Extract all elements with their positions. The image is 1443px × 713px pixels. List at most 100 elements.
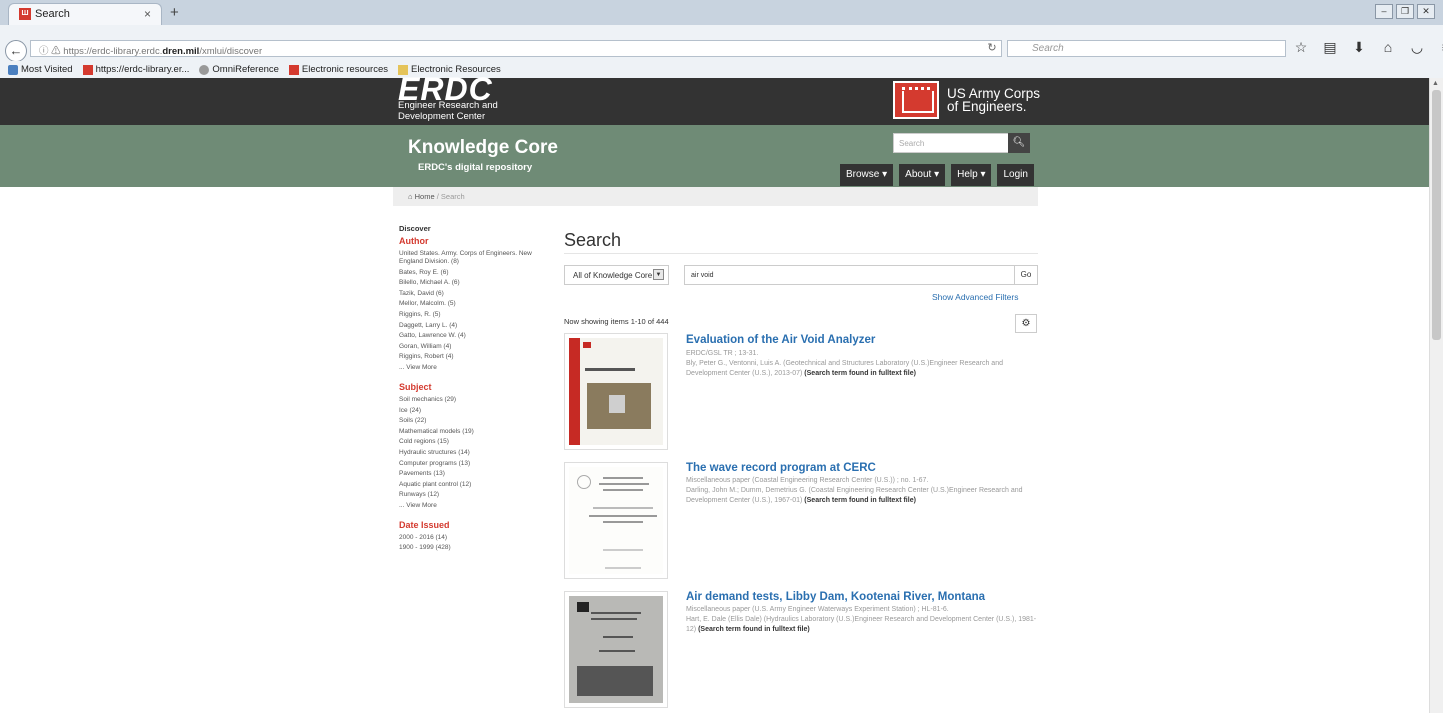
site-banner xyxy=(0,125,1429,187)
facet-item[interactable]: 1900 - 1999 (428) xyxy=(399,544,549,552)
facet-item[interactable]: Tazik, David (6) xyxy=(399,290,549,298)
url-domain: dren.mil xyxy=(162,46,200,57)
facet-item[interactable]: Daggett, Larry L. (4) xyxy=(399,322,549,330)
facet-item[interactable]: Computer programs (13) xyxy=(399,460,549,468)
breadcrumb-sep: / xyxy=(436,192,439,201)
scope-value: All of Knowledge Core xyxy=(573,271,653,280)
result-meta: Miscellaneous paper (Coastal Engineering… xyxy=(686,476,1038,506)
gear-icon[interactable]: ⚙ xyxy=(1015,314,1037,333)
bookmark-star-icon[interactable]: ☆ xyxy=(1292,39,1310,56)
facet-view-more[interactable]: ... View More xyxy=(399,364,549,372)
facet-item[interactable]: Mathematical models (19) xyxy=(399,428,549,436)
result-thumbnail[interactable] xyxy=(564,333,668,450)
url-path: /xmlui/discover xyxy=(199,46,263,57)
reading-list-icon[interactable]: ▤ xyxy=(1321,39,1339,56)
facet-item[interactable]: Soils (22) xyxy=(399,417,549,425)
facet-item[interactable]: Hydraulic structures (14) xyxy=(399,449,549,457)
home-icon[interactable]: ⌂ xyxy=(1379,39,1397,56)
minimize-button[interactable]: – xyxy=(1375,4,1393,19)
browser-search-input[interactable]: Search xyxy=(1007,40,1286,57)
maximize-button[interactable]: ❐ xyxy=(1396,4,1414,19)
result-series: ERDC/GSL TR ; 13-31. xyxy=(686,350,759,357)
tab-title: Search xyxy=(35,8,70,20)
header-search-button[interactable]: 🔍︎ xyxy=(1008,133,1030,153)
facet-item[interactable]: Gatto, Lawrence W. (4) xyxy=(399,332,549,340)
new-tab-button[interactable]: + xyxy=(170,4,179,21)
header-nav: Browse ▾ About ▾ Help ▾ Login xyxy=(840,164,1034,186)
erdc-logo-text: ERDC xyxy=(398,71,493,107)
report-cover-image xyxy=(569,338,663,445)
result-title[interactable]: The wave record program at CERC xyxy=(686,462,876,474)
facet-author-title: Author xyxy=(399,236,429,246)
nav-about[interactable]: About ▾ xyxy=(899,164,946,186)
facet-item[interactable]: Runways (12) xyxy=(399,491,549,499)
facet-item[interactable]: Pavements (13) xyxy=(399,470,549,478)
bookmark-electronic-resources[interactable]: Electronic resources xyxy=(288,64,388,75)
globe-icon xyxy=(199,64,210,75)
bookmark-most-visited[interactable]: Most Visited xyxy=(8,64,73,75)
browser-tab[interactable]: Ш Search × xyxy=(8,3,162,25)
scroll-up-icon[interactable]: ▲ xyxy=(1432,80,1439,87)
erdc-logo[interactable]: ERDC Engineer Research and Development C… xyxy=(398,71,498,122)
url-bar[interactable]: ⓘ ⚠ https://erdc-library.erdc.dren.mil/x… xyxy=(30,40,1002,57)
reload-icon[interactable]: ↻ xyxy=(982,40,1002,57)
nav-help[interactable]: Help ▾ xyxy=(951,164,992,186)
result-title[interactable]: Air demand tests, Libby Dam, Kootenai Ri… xyxy=(686,591,985,603)
facet-item[interactable]: Mellor, Malcolm. (5) xyxy=(399,300,549,308)
nav-login[interactable]: Login xyxy=(997,164,1034,186)
facet-item[interactable]: Riggins, R. (5) xyxy=(399,311,549,319)
facet-item[interactable]: Ice (24) xyxy=(399,407,549,415)
toolbar-icons: ☆ ▤ ⬇ ⌂ ◡ ≡ xyxy=(1292,39,1443,56)
bookmarks-bar: Most Visited https://erdc-library.er... … xyxy=(0,61,1443,78)
info-icon: ⓘ ⚠ xyxy=(39,46,64,57)
header-search-input[interactable]: Search xyxy=(893,133,1009,153)
fulltext-note: (Search term found in fulltext file) xyxy=(698,626,810,633)
result-title[interactable]: Evaluation of the Air Void Analyzer xyxy=(686,334,875,346)
bookmark-omnireference[interactable]: OmniReference xyxy=(199,64,279,75)
facet-item[interactable]: Bilello, Michael A. (6) xyxy=(399,279,549,287)
result-thumbnail[interactable] xyxy=(564,591,668,708)
facet-item[interactable]: Bates, Roy E. (6) xyxy=(399,269,549,277)
facet-item[interactable]: Soil mechanics (29) xyxy=(399,396,549,404)
scroll-thumb[interactable] xyxy=(1432,90,1441,340)
castle-icon xyxy=(893,81,939,119)
result-series: Miscellaneous paper (U.S. Army Engineer … xyxy=(686,606,949,613)
home-icon: ⌂ xyxy=(408,192,415,201)
pocket-icon[interactable]: ◡ xyxy=(1408,39,1426,56)
report-cover-image xyxy=(569,467,663,574)
facet-item[interactable]: 2000 - 2016 (14) xyxy=(399,534,549,542)
usace-logo[interactable]: US Army Corps of Engineers. xyxy=(893,81,1040,119)
query-input[interactable]: air void xyxy=(684,265,1015,285)
go-button[interactable]: Go xyxy=(1014,265,1038,285)
result-meta: ERDC/GSL TR ; 13-31. Bly, Peter G., Vent… xyxy=(686,349,1038,379)
back-button[interactable]: ← xyxy=(5,40,27,62)
close-window-button[interactable]: ✕ xyxy=(1417,4,1435,19)
bookmark-erdc-library[interactable]: https://erdc-library.er... xyxy=(82,64,189,75)
breadcrumb-home[interactable]: Home xyxy=(415,192,435,201)
advanced-filters-link[interactable]: Show Advanced Filters xyxy=(932,292,1018,302)
facet-item[interactable]: Goran, William (4) xyxy=(399,343,549,351)
tab-close-button[interactable]: × xyxy=(144,7,151,21)
erdc-favicon-icon xyxy=(82,64,93,75)
download-icon[interactable]: ⬇ xyxy=(1350,39,1368,56)
site-subtitle: ERDC's digital repository xyxy=(418,162,533,173)
nav-browse[interactable]: Browse ▾ xyxy=(840,164,894,186)
erdc-logo-sub2: Development Center xyxy=(398,111,486,122)
page-scrollbar[interactable]: ▲ xyxy=(1429,78,1443,713)
facet-view-more[interactable]: ... View More xyxy=(399,502,549,510)
menu-icon[interactable]: ≡ xyxy=(1437,39,1443,56)
site-title[interactable]: Knowledge Core xyxy=(408,137,558,159)
fulltext-note: (Search term found in fulltext file) xyxy=(804,370,916,377)
facet-item[interactable]: Riggins, Robert (4) xyxy=(399,353,549,361)
report-cover-image xyxy=(569,596,663,703)
favicon-icon: Ш xyxy=(19,8,31,20)
facet-item[interactable]: Aquatic plant control (12) xyxy=(399,481,549,489)
url-prefix: https://erdc-library.erdc. xyxy=(63,46,163,57)
facet-item[interactable]: United States. Army. Corps of Engineers.… xyxy=(399,250,549,266)
result-thumbnail[interactable] xyxy=(564,462,668,579)
result-series: Miscellaneous paper (Coastal Engineering… xyxy=(686,477,929,484)
facet-item[interactable]: Cold regions (15) xyxy=(399,438,549,446)
breadcrumb: ⌂ Home / Search xyxy=(393,187,1038,206)
scope-select[interactable]: All of Knowledge Core ▼ xyxy=(564,265,669,285)
erdc-logo-sub1: Engineer Research and xyxy=(398,100,498,111)
